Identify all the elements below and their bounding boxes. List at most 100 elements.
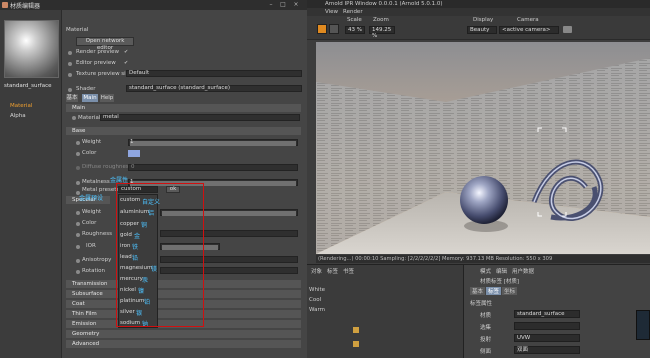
editor-preview-label: Editor preview	[76, 60, 116, 66]
maximize-icon[interactable]: □	[280, 2, 286, 8]
texture-preview-dot-icon	[68, 73, 72, 77]
shader-select[interactable]: standard_surface (standard_surface)	[126, 85, 302, 92]
spec-weight-dot-icon	[76, 211, 80, 215]
object-manager: 对象 标签 书签 White Cool Warm	[307, 264, 463, 358]
roughness-label: Roughness	[82, 231, 113, 237]
render-viewport[interactable]	[316, 42, 650, 254]
anisotropy-label: Anisotropy	[82, 257, 112, 263]
play-icon[interactable]	[317, 24, 327, 34]
tag-properties-section: 标签属性	[470, 301, 493, 307]
render-scene	[316, 58, 650, 254]
weight-dot-icon	[76, 141, 80, 145]
window-title: 材质编辑器	[10, 3, 41, 10]
sidebar-item-alpha[interactable]: Alpha	[10, 113, 26, 119]
shader-label: Shader	[76, 86, 96, 92]
spec-color-label: Color	[82, 220, 97, 226]
anisotropy-dot-icon	[76, 259, 80, 263]
material-name-field[interactable]: standard_surface	[4, 83, 54, 89]
diffuse-roughness-field[interactable]: 0	[128, 164, 298, 171]
material-preview-sphere[interactable]	[4, 20, 59, 78]
geometry-section-header[interactable]: Geometry	[66, 330, 301, 338]
ior-label: IOR	[86, 243, 96, 249]
scale-label: Scale	[347, 17, 362, 23]
weight-label: Weight	[82, 139, 102, 145]
tab-objects[interactable]: 对象	[311, 267, 322, 275]
texture-preview-size-select[interactable]: Default	[126, 70, 302, 77]
scale-field[interactable]: 43 %	[345, 26, 365, 34]
tab-main[interactable]: Main	[82, 94, 98, 102]
menu-render[interactable]: Render	[343, 9, 363, 15]
pause-icon[interactable]	[329, 24, 339, 34]
rotation-dot-icon	[76, 270, 80, 274]
attribute-breadcrumb: 材质标签 [材质]	[480, 279, 520, 285]
floating-toolbar[interactable]	[636, 310, 650, 340]
main-section-header: Main	[66, 104, 301, 112]
annotation-metal-presets: 金属预设	[79, 195, 104, 202]
spec-weight-label: Weight	[82, 209, 102, 215]
object-row-cool[interactable]: Cool	[309, 297, 321, 303]
tab-help[interactable]: Help	[100, 94, 114, 102]
tab-tags[interactable]: 标签	[327, 267, 338, 275]
material-tag-icon[interactable]	[353, 327, 359, 333]
base-section-header[interactable]: Base	[66, 127, 301, 135]
display-select[interactable]: Beauty	[467, 26, 497, 34]
tab-mode[interactable]: 模式	[480, 267, 491, 275]
close-icon[interactable]: ×	[293, 2, 299, 8]
open-network-editor-button[interactable]: Open network editor	[76, 37, 134, 51]
attribute-manager: 模式 编辑 用户数据 材质标签 [材质] 基本 标签 坐标 标签属性 材质 st…	[463, 264, 650, 358]
zoom-label: Zoom	[373, 17, 389, 23]
tab-bookmarks[interactable]: 书签	[343, 267, 354, 275]
rotation-label: Rotation	[82, 268, 106, 274]
texture-preview-size-label: Texture preview size	[76, 71, 132, 77]
advanced-section-header[interactable]: Advanced	[66, 340, 301, 348]
editor-preview-dot-icon	[68, 62, 72, 66]
app-icon	[2, 2, 8, 8]
object-row-white[interactable]: White	[309, 287, 325, 293]
material-dot-icon	[72, 116, 76, 120]
field-material-value[interactable]: standard_surface	[514, 310, 580, 318]
menu-view[interactable]: View	[325, 9, 338, 15]
snapshot-camera-icon[interactable]	[563, 26, 572, 33]
camera-label: Camera	[517, 17, 539, 23]
tab-basic[interactable]: 基本	[66, 94, 78, 102]
material-select[interactable]: metal	[100, 114, 300, 121]
editor-preview-checkbox[interactable]: ✔	[124, 61, 128, 66]
roughness-dot-icon	[76, 233, 80, 237]
subtab-tag[interactable]: 标签	[486, 287, 502, 295]
object-row-warm[interactable]: Warm	[309, 307, 325, 313]
color-dot-icon	[76, 152, 80, 156]
field-material-label: 材质	[480, 313, 492, 319]
zoom-field[interactable]: 149.25 %	[369, 26, 395, 39]
minimize-icon[interactable]: –	[268, 2, 274, 8]
render-preview-checkbox[interactable]: ✔	[124, 50, 128, 55]
material-editor-titlebar: 材质编辑器 – □ ×	[0, 0, 307, 10]
render-status-bar: (Rendering...) 00:00:10 Sampling: [2/2/2…	[316, 255, 650, 263]
base-color-swatch[interactable]	[128, 150, 140, 157]
diffuse-roughness-label: Diffuse roughness	[82, 164, 132, 170]
sidebar-item-material[interactable]: Material	[10, 103, 32, 109]
tab-edit[interactable]: 编辑	[496, 267, 507, 275]
camera-select[interactable]: <active camera>	[499, 26, 559, 34]
field-side-value[interactable]: 双面	[514, 346, 580, 354]
weight-value: 1	[130, 139, 134, 145]
field-selection-label: 选集	[480, 325, 492, 331]
field-projection-value[interactable]: UVW	[514, 334, 580, 342]
tab-user-data[interactable]: 用户数据	[512, 267, 534, 275]
render-preview-label: Render preview	[76, 49, 120, 55]
ior-dot-icon	[76, 245, 80, 249]
material-label: Material	[78, 115, 101, 121]
spec-color-dot-icon	[76, 222, 80, 226]
metalness-label: Metalness	[82, 179, 110, 185]
diffuse-roughness-dot-icon	[76, 166, 80, 170]
display-label: Display	[473, 17, 494, 23]
metalness-dot-icon	[76, 181, 80, 185]
field-selection-value[interactable]	[514, 322, 580, 330]
subtab-coordinates[interactable]: 坐标	[502, 287, 518, 295]
color-label: Color	[82, 150, 97, 156]
field-side-label: 侧面	[480, 349, 492, 355]
shader-dot-icon	[68, 88, 72, 92]
subtab-basic[interactable]: 基本	[470, 287, 486, 295]
render-window-title: Arnold IPR Window 0.0.0.1 (Arnold 5.0.1.…	[307, 0, 650, 8]
material-tag-icon-2[interactable]	[353, 341, 359, 347]
weight-slider[interactable]	[128, 139, 298, 146]
